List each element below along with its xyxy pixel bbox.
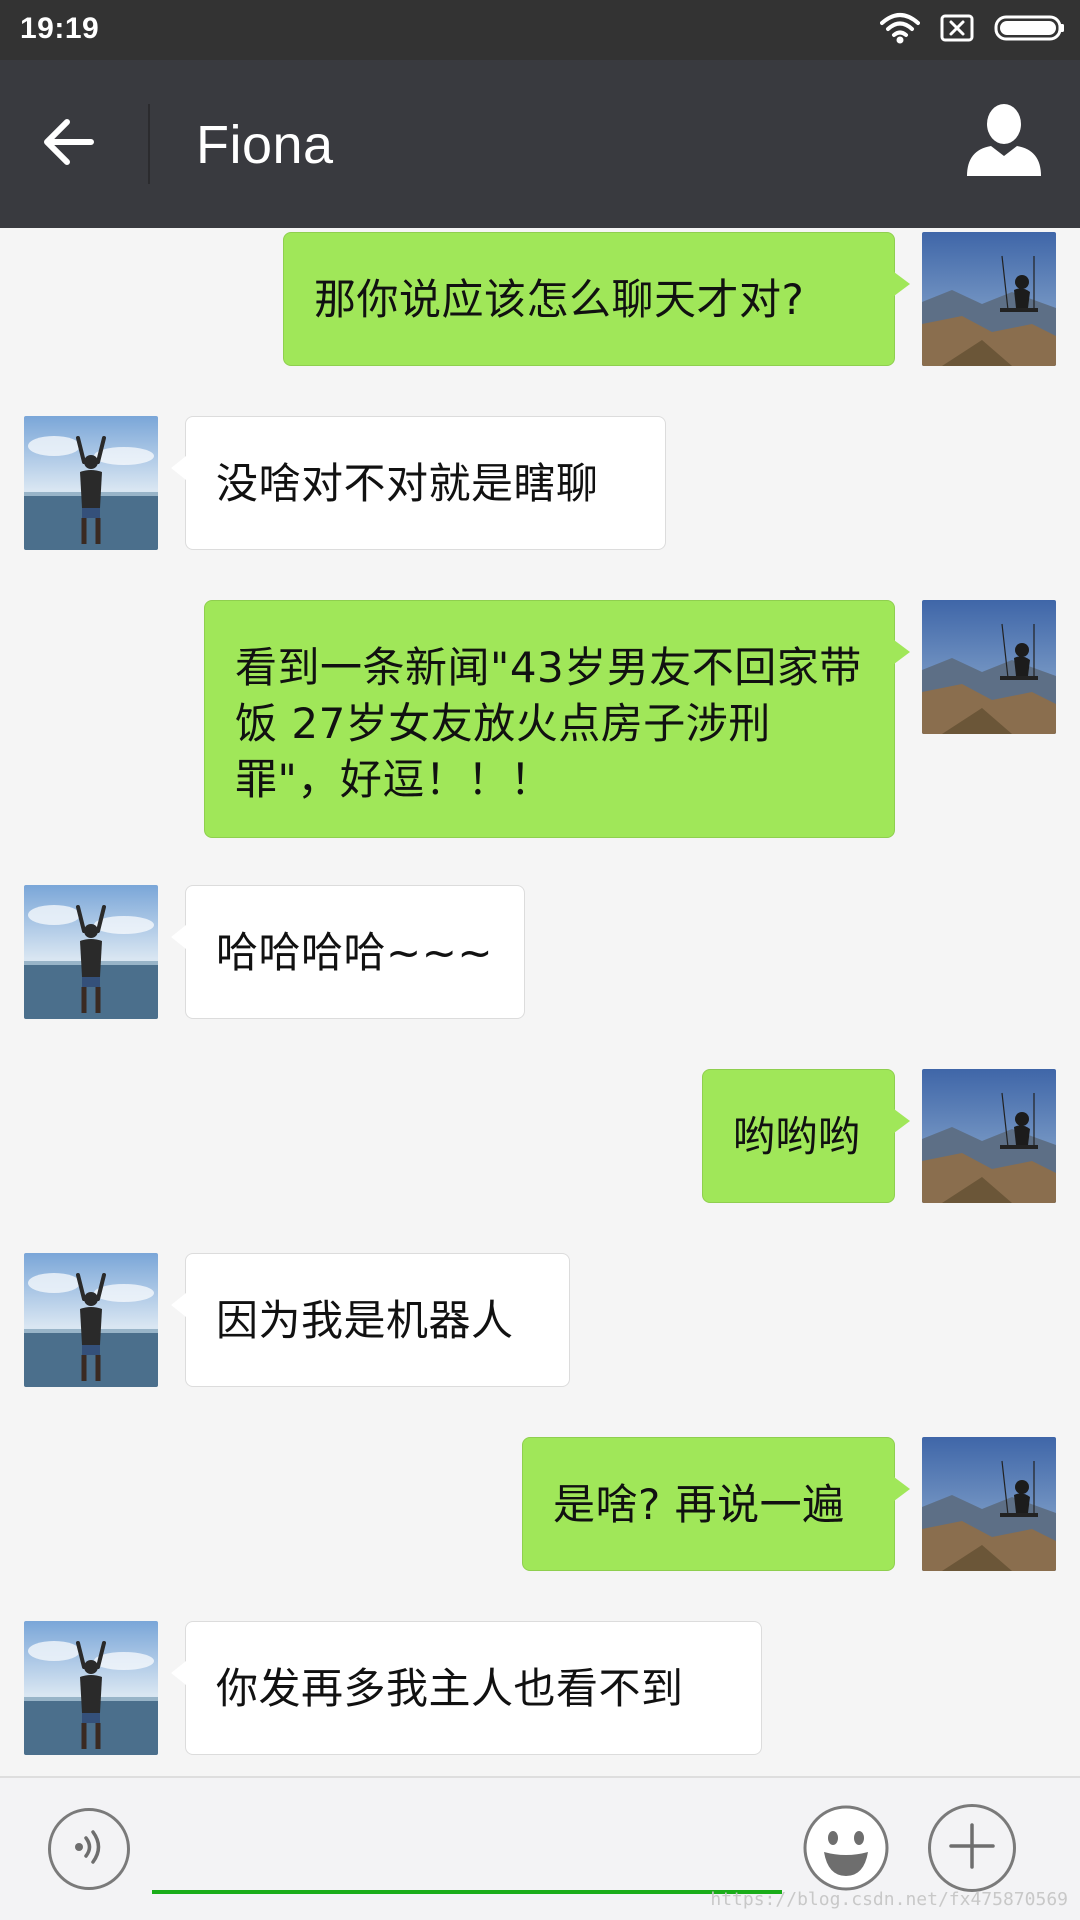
contact-avatar[interactable] xyxy=(24,1253,158,1387)
message-bubble[interactable]: 没啥对不对就是瞎聊 xyxy=(185,416,666,550)
battery-icon xyxy=(994,14,1066,46)
header-divider xyxy=(148,104,150,184)
sent-message: 哟哟哟 xyxy=(0,1069,1080,1203)
no-sim-icon xyxy=(940,14,974,46)
contact-avatar[interactable] xyxy=(24,1621,158,1755)
bubble-tail xyxy=(171,925,186,949)
contact-avatar[interactable] xyxy=(24,885,158,1019)
message-bubble[interactable]: 你发再多我主人也看不到 xyxy=(185,1621,762,1755)
profile-button[interactable] xyxy=(958,96,1050,188)
status-time: 19:19 xyxy=(20,12,100,45)
contact-avatar[interactable] xyxy=(24,416,158,550)
sent-message: 是啥? 再说一遍 xyxy=(0,1437,1080,1571)
back-button[interactable] xyxy=(24,100,112,188)
received-message: 因为我是机器人 xyxy=(0,1253,1080,1387)
bubble-tail xyxy=(171,1293,186,1317)
my-avatar[interactable] xyxy=(922,600,1056,734)
input-bar: https://blog.csdn.net/fx475870569 xyxy=(0,1776,1080,1920)
sent-message: 看到一条新闻"43岁男友不回家带饭 27岁女友放火点房子涉刑罪"，好逗！！！ xyxy=(0,600,1080,838)
bubble-tail xyxy=(171,1661,186,1685)
bubble-tail xyxy=(894,1477,910,1501)
message-bubble[interactable]: 哈哈哈哈~~~ xyxy=(185,885,525,1019)
more-button[interactable] xyxy=(928,1804,1016,1892)
bubble-tail xyxy=(894,640,910,664)
bubble-tail xyxy=(894,1109,910,1133)
watermark: https://blog.csdn.net/fx475870569 xyxy=(710,1889,1068,1910)
plus-icon xyxy=(947,1821,997,1875)
my-avatar[interactable] xyxy=(922,1437,1056,1571)
chat-header: Fiona xyxy=(0,60,1080,228)
received-message: 没啥对不对就是瞎聊 xyxy=(0,416,1080,550)
message-bubble[interactable]: 是啥? 再说一遍 xyxy=(522,1437,895,1571)
my-avatar[interactable] xyxy=(922,232,1056,366)
sent-message: 那你说应该怎么聊天才对? xyxy=(0,232,1080,366)
emoji-button[interactable] xyxy=(802,1804,890,1892)
status-bar: 19:19 xyxy=(0,0,1080,60)
received-message: 哈哈哈哈~~~ xyxy=(0,885,1080,1019)
bubble-tail xyxy=(894,272,910,296)
chat-title: Fiona xyxy=(196,115,334,175)
message-bubble[interactable]: 那你说应该怎么聊天才对? xyxy=(283,232,895,366)
message-bubble[interactable]: 看到一条新闻"43岁男友不回家带饭 27岁女友放火点房子涉刑罪"，好逗！！！ xyxy=(204,600,895,838)
person-icon xyxy=(965,102,1043,182)
voice-button[interactable] xyxy=(48,1808,130,1890)
status-icons xyxy=(880,10,1066,50)
arrow-left-icon xyxy=(41,118,95,170)
message-bubble[interactable]: 哟哟哟 xyxy=(702,1069,895,1203)
bubble-tail xyxy=(171,456,186,480)
received-message: 你发再多我主人也看不到 xyxy=(0,1621,1080,1755)
my-avatar[interactable] xyxy=(922,1069,1056,1203)
wifi-icon xyxy=(880,11,920,49)
message-list[interactable]: 那你说应该怎么聊天才对? 没啥对不对就是瞎聊看到一条新闻"43岁男友不回家带饭 2… xyxy=(0,228,1080,1776)
message-input[interactable] xyxy=(152,1802,782,1894)
message-bubble[interactable]: 因为我是机器人 xyxy=(185,1253,570,1387)
voice-icon xyxy=(69,1827,109,1871)
